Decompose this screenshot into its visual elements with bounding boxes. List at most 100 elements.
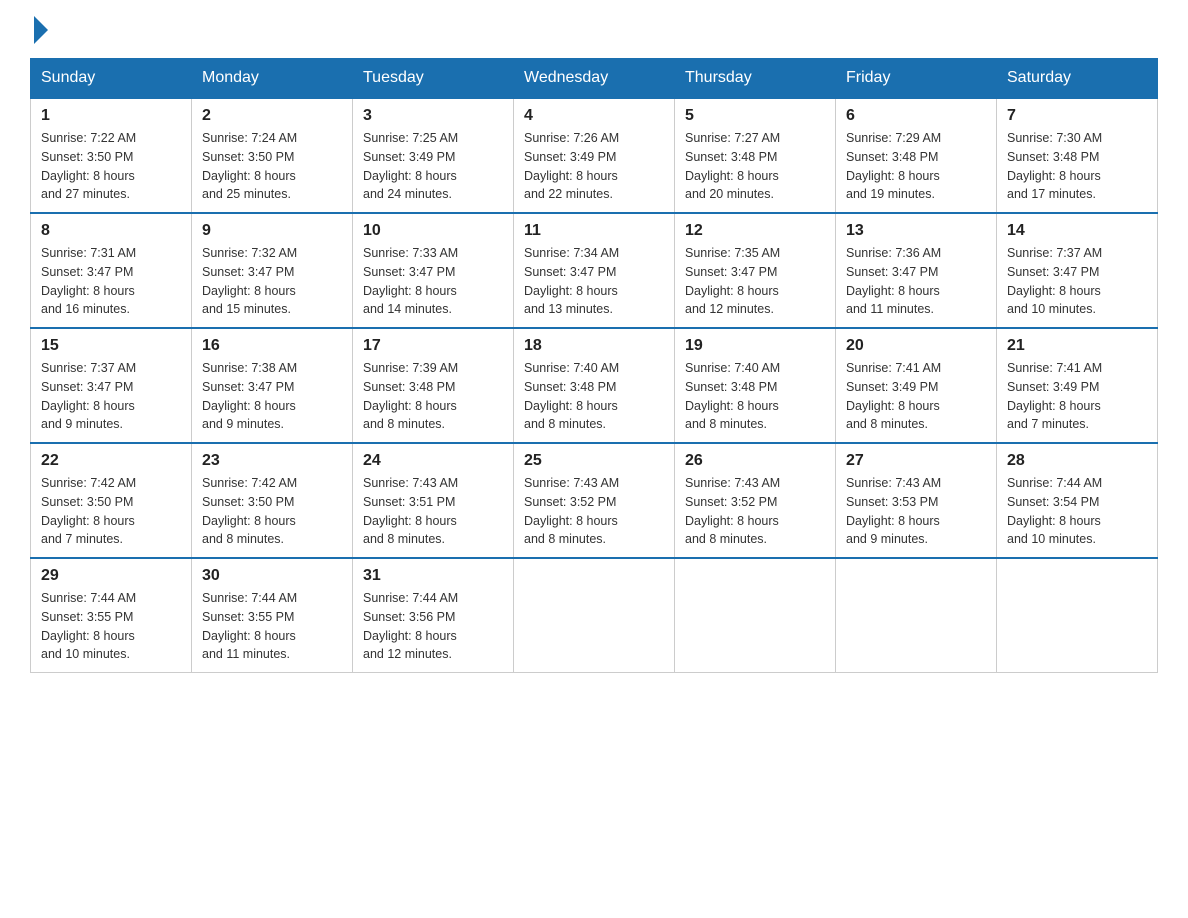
calendar-cell: 25 Sunrise: 7:43 AM Sunset: 3:52 PM Dayl… <box>514 443 675 558</box>
page-header <box>30 20 1158 38</box>
calendar-cell: 2 Sunrise: 7:24 AM Sunset: 3:50 PM Dayli… <box>192 98 353 213</box>
day-info: Sunrise: 7:42 AM Sunset: 3:50 PM Dayligh… <box>41 474 181 549</box>
day-info: Sunrise: 7:36 AM Sunset: 3:47 PM Dayligh… <box>846 244 986 319</box>
calendar-cell: 27 Sunrise: 7:43 AM Sunset: 3:53 PM Dayl… <box>836 443 997 558</box>
day-number: 20 <box>846 337 986 355</box>
calendar-cell: 4 Sunrise: 7:26 AM Sunset: 3:49 PM Dayli… <box>514 98 675 213</box>
calendar-cell: 28 Sunrise: 7:44 AM Sunset: 3:54 PM Dayl… <box>997 443 1158 558</box>
calendar-cell: 31 Sunrise: 7:44 AM Sunset: 3:56 PM Dayl… <box>353 558 514 673</box>
day-number: 13 <box>846 222 986 240</box>
day-number: 18 <box>524 337 664 355</box>
day-number: 3 <box>363 107 503 125</box>
calendar-table: SundayMondayTuesdayWednesdayThursdayFrid… <box>30 58 1158 673</box>
calendar-cell: 15 Sunrise: 7:37 AM Sunset: 3:47 PM Dayl… <box>31 328 192 443</box>
day-number: 8 <box>41 222 181 240</box>
weekday-header-sunday: Sunday <box>31 59 192 99</box>
day-number: 31 <box>363 567 503 585</box>
day-info: Sunrise: 7:43 AM Sunset: 3:52 PM Dayligh… <box>524 474 664 549</box>
calendar-cell: 24 Sunrise: 7:43 AM Sunset: 3:51 PM Dayl… <box>353 443 514 558</box>
day-info: Sunrise: 7:26 AM Sunset: 3:49 PM Dayligh… <box>524 129 664 204</box>
day-number: 16 <box>202 337 342 355</box>
day-info: Sunrise: 7:44 AM Sunset: 3:55 PM Dayligh… <box>202 589 342 664</box>
calendar-cell: 6 Sunrise: 7:29 AM Sunset: 3:48 PM Dayli… <box>836 98 997 213</box>
weekday-header-friday: Friday <box>836 59 997 99</box>
day-info: Sunrise: 7:43 AM Sunset: 3:51 PM Dayligh… <box>363 474 503 549</box>
weekday-header-monday: Monday <box>192 59 353 99</box>
day-number: 1 <box>41 107 181 125</box>
calendar-cell: 10 Sunrise: 7:33 AM Sunset: 3:47 PM Dayl… <box>353 213 514 328</box>
day-info: Sunrise: 7:38 AM Sunset: 3:47 PM Dayligh… <box>202 359 342 434</box>
day-info: Sunrise: 7:25 AM Sunset: 3:49 PM Dayligh… <box>363 129 503 204</box>
calendar-cell <box>997 558 1158 673</box>
week-row-4: 22 Sunrise: 7:42 AM Sunset: 3:50 PM Dayl… <box>31 443 1158 558</box>
calendar-cell: 9 Sunrise: 7:32 AM Sunset: 3:47 PM Dayli… <box>192 213 353 328</box>
day-number: 21 <box>1007 337 1147 355</box>
day-info: Sunrise: 7:33 AM Sunset: 3:47 PM Dayligh… <box>363 244 503 319</box>
weekday-header-tuesday: Tuesday <box>353 59 514 99</box>
day-info: Sunrise: 7:30 AM Sunset: 3:48 PM Dayligh… <box>1007 129 1147 204</box>
week-row-2: 8 Sunrise: 7:31 AM Sunset: 3:47 PM Dayli… <box>31 213 1158 328</box>
day-number: 15 <box>41 337 181 355</box>
day-number: 27 <box>846 452 986 470</box>
calendar-cell: 18 Sunrise: 7:40 AM Sunset: 3:48 PM Dayl… <box>514 328 675 443</box>
day-number: 30 <box>202 567 342 585</box>
day-number: 17 <box>363 337 503 355</box>
day-number: 10 <box>363 222 503 240</box>
day-info: Sunrise: 7:31 AM Sunset: 3:47 PM Dayligh… <box>41 244 181 319</box>
calendar-cell: 7 Sunrise: 7:30 AM Sunset: 3:48 PM Dayli… <box>997 98 1158 213</box>
day-number: 23 <box>202 452 342 470</box>
day-info: Sunrise: 7:44 AM Sunset: 3:54 PM Dayligh… <box>1007 474 1147 549</box>
weekday-header-saturday: Saturday <box>997 59 1158 99</box>
day-info: Sunrise: 7:35 AM Sunset: 3:47 PM Dayligh… <box>685 244 825 319</box>
day-number: 2 <box>202 107 342 125</box>
day-info: Sunrise: 7:37 AM Sunset: 3:47 PM Dayligh… <box>1007 244 1147 319</box>
calendar-cell: 5 Sunrise: 7:27 AM Sunset: 3:48 PM Dayli… <box>675 98 836 213</box>
calendar-cell: 19 Sunrise: 7:40 AM Sunset: 3:48 PM Dayl… <box>675 328 836 443</box>
day-number: 4 <box>524 107 664 125</box>
day-number: 19 <box>685 337 825 355</box>
weekday-header-thursday: Thursday <box>675 59 836 99</box>
day-number: 6 <box>846 107 986 125</box>
calendar-cell: 26 Sunrise: 7:43 AM Sunset: 3:52 PM Dayl… <box>675 443 836 558</box>
week-row-1: 1 Sunrise: 7:22 AM Sunset: 3:50 PM Dayli… <box>31 98 1158 213</box>
day-info: Sunrise: 7:24 AM Sunset: 3:50 PM Dayligh… <box>202 129 342 204</box>
day-number: 24 <box>363 452 503 470</box>
day-info: Sunrise: 7:41 AM Sunset: 3:49 PM Dayligh… <box>846 359 986 434</box>
day-number: 22 <box>41 452 181 470</box>
day-info: Sunrise: 7:40 AM Sunset: 3:48 PM Dayligh… <box>524 359 664 434</box>
calendar-cell: 8 Sunrise: 7:31 AM Sunset: 3:47 PM Dayli… <box>31 213 192 328</box>
calendar-cell: 29 Sunrise: 7:44 AM Sunset: 3:55 PM Dayl… <box>31 558 192 673</box>
day-info: Sunrise: 7:37 AM Sunset: 3:47 PM Dayligh… <box>41 359 181 434</box>
day-info: Sunrise: 7:44 AM Sunset: 3:56 PM Dayligh… <box>363 589 503 664</box>
logo-arrow-icon <box>34 16 48 44</box>
calendar-cell: 16 Sunrise: 7:38 AM Sunset: 3:47 PM Dayl… <box>192 328 353 443</box>
calendar-cell: 3 Sunrise: 7:25 AM Sunset: 3:49 PM Dayli… <box>353 98 514 213</box>
day-info: Sunrise: 7:43 AM Sunset: 3:53 PM Dayligh… <box>846 474 986 549</box>
calendar-cell: 11 Sunrise: 7:34 AM Sunset: 3:47 PM Dayl… <box>514 213 675 328</box>
weekday-header-row: SundayMondayTuesdayWednesdayThursdayFrid… <box>31 59 1158 99</box>
calendar-cell <box>675 558 836 673</box>
calendar-cell: 21 Sunrise: 7:41 AM Sunset: 3:49 PM Dayl… <box>997 328 1158 443</box>
day-number: 11 <box>524 222 664 240</box>
day-number: 29 <box>41 567 181 585</box>
logo <box>30 20 48 38</box>
day-info: Sunrise: 7:42 AM Sunset: 3:50 PM Dayligh… <box>202 474 342 549</box>
week-row-3: 15 Sunrise: 7:37 AM Sunset: 3:47 PM Dayl… <box>31 328 1158 443</box>
day-info: Sunrise: 7:27 AM Sunset: 3:48 PM Dayligh… <box>685 129 825 204</box>
calendar-cell <box>514 558 675 673</box>
calendar-cell: 12 Sunrise: 7:35 AM Sunset: 3:47 PM Dayl… <box>675 213 836 328</box>
day-number: 9 <box>202 222 342 240</box>
day-number: 5 <box>685 107 825 125</box>
calendar-cell: 30 Sunrise: 7:44 AM Sunset: 3:55 PM Dayl… <box>192 558 353 673</box>
weekday-header-wednesday: Wednesday <box>514 59 675 99</box>
calendar-cell: 22 Sunrise: 7:42 AM Sunset: 3:50 PM Dayl… <box>31 443 192 558</box>
day-info: Sunrise: 7:32 AM Sunset: 3:47 PM Dayligh… <box>202 244 342 319</box>
day-info: Sunrise: 7:40 AM Sunset: 3:48 PM Dayligh… <box>685 359 825 434</box>
week-row-5: 29 Sunrise: 7:44 AM Sunset: 3:55 PM Dayl… <box>31 558 1158 673</box>
day-info: Sunrise: 7:34 AM Sunset: 3:47 PM Dayligh… <box>524 244 664 319</box>
calendar-cell: 20 Sunrise: 7:41 AM Sunset: 3:49 PM Dayl… <box>836 328 997 443</box>
day-info: Sunrise: 7:39 AM Sunset: 3:48 PM Dayligh… <box>363 359 503 434</box>
calendar-cell: 1 Sunrise: 7:22 AM Sunset: 3:50 PM Dayli… <box>31 98 192 213</box>
day-number: 14 <box>1007 222 1147 240</box>
day-info: Sunrise: 7:29 AM Sunset: 3:48 PM Dayligh… <box>846 129 986 204</box>
